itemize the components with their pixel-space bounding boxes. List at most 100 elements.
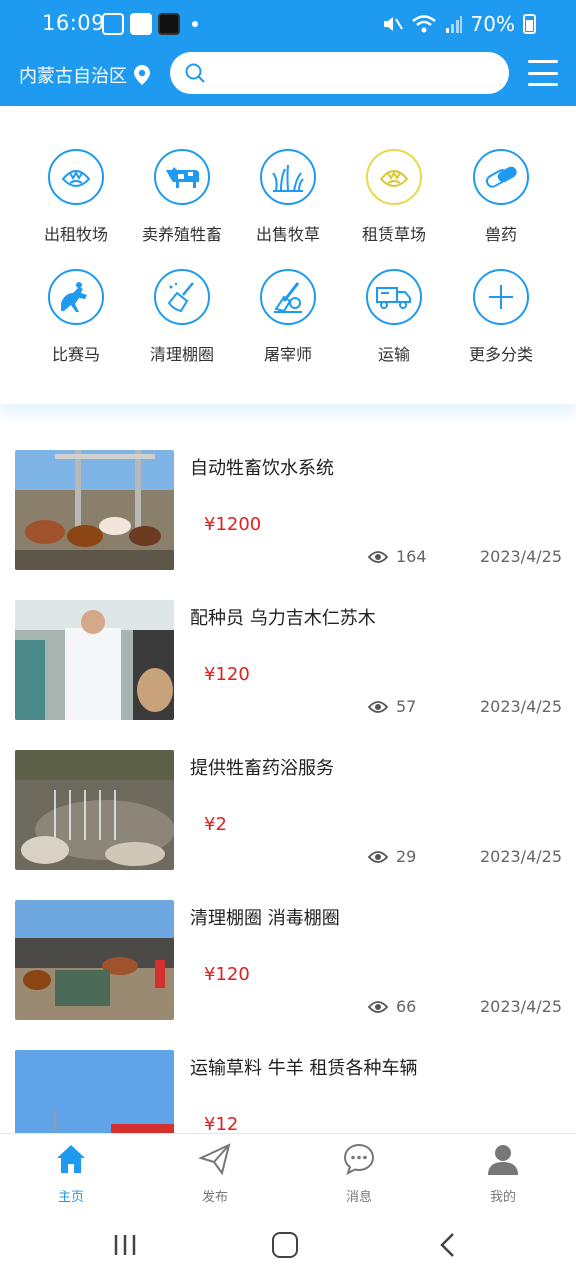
category-lease-grassland[interactable]: 租赁草场 xyxy=(334,149,454,245)
broom-icon xyxy=(167,282,194,313)
search-icon xyxy=(185,63,205,83)
more-notifications-dot xyxy=(192,21,198,27)
tab-label: 发布 xyxy=(201,1190,228,1205)
menu-button[interactable] xyxy=(528,60,558,86)
listing-thumbnail xyxy=(15,450,174,570)
status-time: 16:09 xyxy=(42,11,106,35)
region-selector[interactable]: 内蒙古自治区 xyxy=(19,62,151,88)
pasture-icon xyxy=(61,170,91,187)
listing-price: ¥120 xyxy=(204,964,250,985)
message-icon xyxy=(343,1143,375,1175)
menu-line xyxy=(528,83,558,86)
category-label: 屠宰师 xyxy=(263,345,312,364)
system-nav-bar xyxy=(0,1209,576,1280)
listing-views: 57 xyxy=(368,697,416,716)
category-racing-horse[interactable]: 比赛马 xyxy=(16,269,136,365)
back-icon[interactable] xyxy=(438,1232,458,1258)
listing-price: ¥2 xyxy=(204,814,227,835)
category-label: 出售牧草 xyxy=(255,225,320,244)
category-label: 比赛马 xyxy=(51,345,100,364)
listing-item[interactable]: 清理棚圈 消毒棚圈 ¥120 66 2023/4/25 xyxy=(0,884,576,1034)
category-rent-pasture[interactable]: 出租牧场 xyxy=(16,149,136,245)
gallery-icon xyxy=(102,13,124,35)
category-butcher[interactable]: 屠宰师 xyxy=(228,269,348,365)
category-label: 卖养殖牲畜 xyxy=(141,225,222,244)
recent-apps-icon[interactable] xyxy=(112,1233,138,1257)
listing-title: 自动牲畜饮水系统 xyxy=(190,458,334,479)
video-app-icon xyxy=(158,13,180,35)
listing-views: 164 xyxy=(368,547,427,566)
category-more[interactable]: 更多分类 xyxy=(441,269,561,365)
category-transport[interactable]: 运输 xyxy=(334,269,454,365)
tab-label: 消息 xyxy=(345,1190,372,1205)
listing-thumbnail xyxy=(15,600,174,720)
menu-line xyxy=(528,71,558,75)
listing-price: ¥12 xyxy=(204,1114,239,1135)
user-icon xyxy=(488,1145,518,1175)
region-label: 内蒙古自治区 xyxy=(19,66,127,87)
listing-date: 2023/4/25 xyxy=(479,997,562,1016)
category-vet-medicine[interactable]: 兽药 xyxy=(441,149,561,245)
eye-icon xyxy=(368,1000,388,1013)
home-button-icon[interactable] xyxy=(272,1232,298,1258)
cleaver-icon xyxy=(274,282,302,313)
bottom-tab-bar: 主页 发布 消息 我的 xyxy=(0,1133,576,1209)
location-pin-icon xyxy=(134,65,150,85)
category-icon-circle xyxy=(154,269,210,325)
eye-icon xyxy=(368,850,388,863)
listing-item[interactable]: 配种员 乌力吉木仁苏木 ¥120 57 2023/4/25 xyxy=(0,584,576,734)
grass-icon xyxy=(272,164,304,192)
listing-item[interactable]: 提供牲畜药浴服务 ¥2 29 2023/4/25 xyxy=(0,734,576,884)
tab-label: 我的 xyxy=(489,1190,516,1205)
plus-icon xyxy=(489,285,513,309)
category-icon-circle xyxy=(260,269,316,325)
eye-icon xyxy=(368,550,388,563)
menu-line xyxy=(528,60,558,63)
mute-icon xyxy=(383,17,403,31)
wifi-icon xyxy=(411,15,436,33)
system-indicators: 70% xyxy=(381,12,536,36)
notification-icons xyxy=(102,13,198,35)
search-input[interactable] xyxy=(170,52,509,94)
category-sell-forage[interactable]: 出售牧草 xyxy=(228,149,348,245)
tab-messages[interactable]: 消息 xyxy=(314,1142,404,1205)
tab-label: 主页 xyxy=(57,1190,84,1205)
listing-date: 2023/4/25 xyxy=(479,847,562,866)
battery-percent: 70% xyxy=(470,12,515,36)
category-label: 更多分类 xyxy=(468,345,533,364)
category-icon-circle xyxy=(366,149,422,205)
category-clean-pen[interactable]: 清理棚圈 xyxy=(122,269,242,365)
category-label: 兽药 xyxy=(484,225,517,244)
category-icon-circle xyxy=(473,149,529,205)
view-count: 57 xyxy=(396,697,417,716)
tab-home[interactable]: 主页 xyxy=(26,1142,116,1205)
category-icon-circle xyxy=(48,269,104,325)
horse-racing-icon xyxy=(61,282,87,312)
signal-icon xyxy=(445,16,462,33)
category-label: 清理棚圈 xyxy=(149,345,214,364)
category-sell-livestock[interactable]: 卖养殖牲畜 xyxy=(122,149,242,245)
grassland-icon xyxy=(379,170,409,187)
listing-thumbnail xyxy=(15,900,174,1020)
pill-icon xyxy=(485,166,517,188)
top-bar: 内蒙古自治区 xyxy=(0,50,576,100)
listing-item[interactable]: 自动牲畜饮水系统 ¥1200 164 2023/4/25 xyxy=(0,434,576,584)
tab-profile[interactable]: 我的 xyxy=(458,1142,548,1205)
category-icon-circle xyxy=(366,269,422,325)
listing-title: 配种员 乌力吉木仁苏木 xyxy=(190,608,376,629)
category-icon-circle xyxy=(260,149,316,205)
listing-date: 2023/4/25 xyxy=(479,697,562,716)
listing-price: ¥120 xyxy=(204,664,250,685)
app-notification-icon xyxy=(130,13,152,35)
status-bar: 16:09 70% xyxy=(0,0,576,48)
listing-views: 29 xyxy=(368,847,416,866)
tab-publish[interactable]: 发布 xyxy=(170,1142,260,1205)
app-header: 16:09 70% 内蒙古自治区 xyxy=(0,0,576,106)
view-count: 164 xyxy=(396,547,427,566)
listing-views: 66 xyxy=(368,997,416,1016)
listing-date: 2023/4/25 xyxy=(479,547,562,566)
category-grid: 出租牧场 卖养殖牲畜 出售牧草 租赁草场 兽药 比赛马 清理棚圈 屠宰师 运输 … xyxy=(0,106,576,404)
view-count: 66 xyxy=(396,997,417,1016)
cow-icon xyxy=(166,167,199,188)
battery-icon xyxy=(523,14,536,34)
